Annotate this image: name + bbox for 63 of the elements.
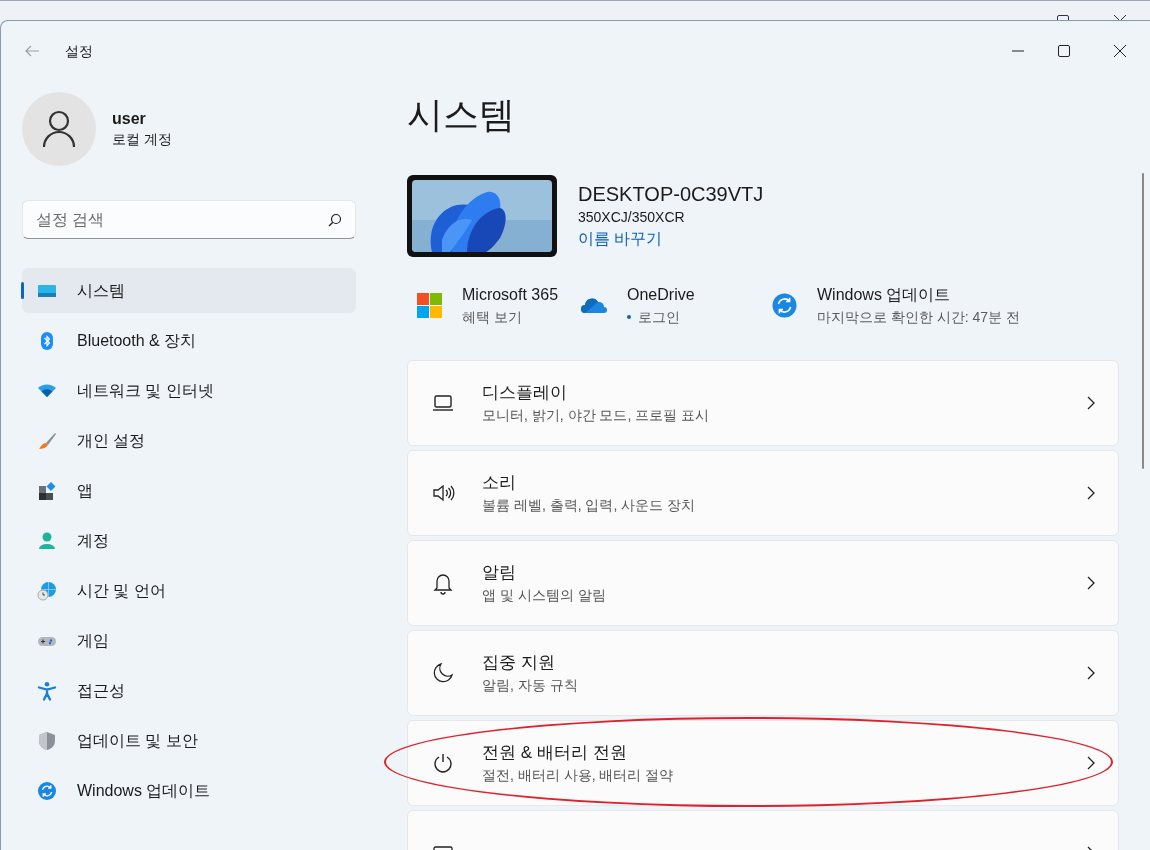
rename-link[interactable]: 이름 바꾸기 xyxy=(578,227,764,251)
sidebar-item[interactable]: 업데이트 및 보안 xyxy=(22,718,356,763)
selection-indicator xyxy=(21,282,24,299)
account-type: 로컬 계정 xyxy=(112,130,172,149)
link-title[interactable]: Windows 업데이트 xyxy=(817,283,1021,307)
card-title: 디스플레이 xyxy=(482,382,568,404)
close-icon[interactable] xyxy=(1114,45,1126,57)
moon-icon xyxy=(431,661,455,685)
chevron-right-icon xyxy=(1087,666,1095,680)
link-title[interactable]: Microsoft 365 xyxy=(462,283,559,307)
chevron-right-icon xyxy=(1087,756,1095,770)
device-model: 350XCJ/350XCR xyxy=(578,208,686,227)
paintbrush-icon xyxy=(37,430,57,451)
person-icon xyxy=(42,110,76,148)
card-title: 알림 xyxy=(482,562,517,584)
search-field[interactable]: 설정 검색 xyxy=(22,200,356,239)
sidebar-item[interactable]: Bluetooth & 장치 xyxy=(22,318,356,363)
settings-card[interactable]: 소리 볼륨 레벨, 출력, 입력, 사운드 장치 xyxy=(407,450,1119,536)
settings-card[interactable]: 알림 앱 및 시스템의 알림 xyxy=(407,540,1119,626)
update-icon[interactable] xyxy=(771,291,798,319)
windows-logo-icon[interactable] xyxy=(416,291,443,319)
globe-clock-icon xyxy=(37,580,57,601)
user-name: user xyxy=(112,109,147,129)
settings-card[interactable]: 집중 지원 알림, 자동 규칙 xyxy=(407,630,1119,716)
sidebar-item[interactable]: 네트워크 및 인터넷 xyxy=(22,368,356,413)
sidebar-item[interactable]: 앱 xyxy=(22,468,356,513)
card-title: 전원 & 배터리 전원 xyxy=(482,742,628,764)
search-icon xyxy=(328,213,342,227)
card-subtitle: 절전, 배터리 사용, 배터리 절약 xyxy=(482,766,675,785)
link-subtitle: 마지막으로 확인한 시간: 47분 전 xyxy=(817,308,1021,327)
chevron-right-icon xyxy=(1087,576,1095,590)
shield-icon xyxy=(37,730,57,751)
link-subtitle: 혜택 보기 xyxy=(462,308,522,327)
device-name: DESKTOP-0C39VTJ xyxy=(578,182,764,207)
window-title: 설정 xyxy=(65,41,93,61)
sidebar-item[interactable]: 개인 설정 xyxy=(22,418,356,463)
card-title: 집중 지원 xyxy=(482,652,556,674)
sidebar-item[interactable]: 시간 및 언어 xyxy=(22,568,356,613)
person-icon xyxy=(37,530,57,551)
update-icon xyxy=(37,780,57,801)
settings-card[interactable]: 디스플레이 모니터, 밝기, 야간 모드, 프로필 표시 xyxy=(407,360,1119,446)
sidebar-item[interactable]: 계정 xyxy=(22,518,356,563)
bell-icon xyxy=(431,571,455,595)
link-subtitle: 로그인 xyxy=(638,308,680,327)
page-title: 시스템 xyxy=(407,93,516,137)
back-arrow-icon[interactable] xyxy=(25,45,40,57)
chevron-right-icon xyxy=(1087,396,1095,410)
maximize-icon[interactable] xyxy=(1058,45,1070,57)
scrollbar[interactable] xyxy=(1142,173,1144,469)
apps-icon xyxy=(37,480,57,501)
power-icon xyxy=(431,751,455,775)
card-title: 소리 xyxy=(482,472,517,494)
chevron-right-icon xyxy=(1087,486,1095,500)
card-subtitle: 앱 및 시스템의 알림 xyxy=(482,586,607,605)
sidebar-item[interactable]: 게임 xyxy=(22,618,356,663)
sidebar-item[interactable]: 시스템 xyxy=(22,268,356,313)
accessibility-icon xyxy=(37,680,57,701)
link-title[interactable]: OneDrive xyxy=(627,283,695,307)
sidebar-item[interactable]: 접근성 xyxy=(22,668,356,713)
card-subtitle: 알림, 자동 규칙 xyxy=(482,676,579,695)
sidebar-item[interactable]: Windows 업데이트 xyxy=(22,768,356,813)
card-subtitle: 볼륨 레벨, 출력, 입력, 사운드 장치 xyxy=(482,496,697,515)
card-subtitle: 모니터, 밝기, 야간 모드, 프로필 표시 xyxy=(482,406,711,425)
